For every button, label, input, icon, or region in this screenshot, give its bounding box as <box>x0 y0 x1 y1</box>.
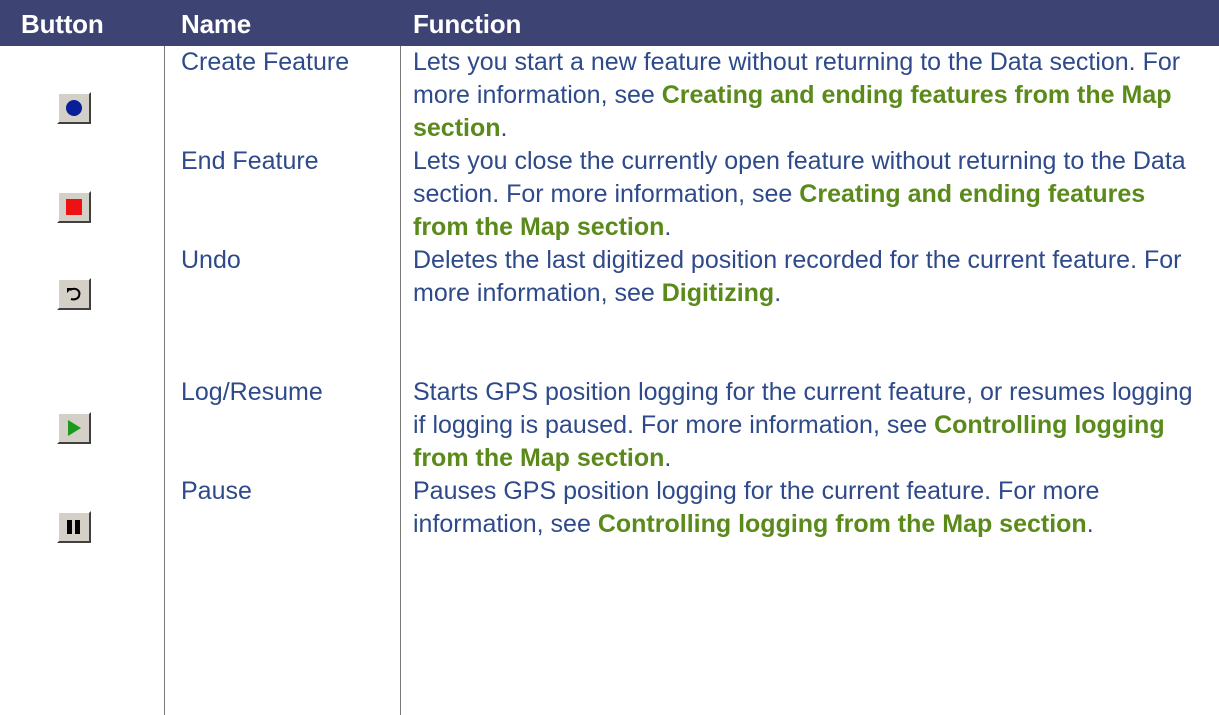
help-link[interactable]: Digitizing <box>662 279 774 307</box>
create-feature-button[interactable] <box>57 92 91 124</box>
row-function: Deletes the last digitized position reco… <box>413 246 1182 307</box>
row-name: Log/Resume <box>181 378 323 406</box>
row-function: Lets you start a new feature without ret… <box>413 48 1181 142</box>
pause-button[interactable] <box>57 511 91 543</box>
row-name: Create Feature <box>181 48 350 76</box>
undo-icon <box>67 287 81 301</box>
row-name: Undo <box>181 246 241 274</box>
undo-button[interactable] <box>57 278 91 310</box>
log-resume-icon <box>68 420 81 436</box>
header-name: Name <box>181 9 252 39</box>
pause-icon <box>67 520 80 534</box>
row-function: Starts GPS position logging for the curr… <box>413 378 1193 472</box>
row-name: Pause <box>181 477 252 505</box>
column-divider <box>164 46 165 715</box>
table-header: Button Name Function <box>0 0 1219 46</box>
end-feature-icon <box>66 199 82 215</box>
create-feature-icon <box>66 100 82 116</box>
row-function: Pauses GPS position logging for the curr… <box>413 477 1100 538</box>
end-feature-button[interactable] <box>57 191 91 223</box>
header-function: Function <box>413 9 522 39</box>
header-button: Button <box>21 9 104 39</box>
row-name: End Feature <box>181 147 319 175</box>
help-link[interactable]: Controlling logging from the Map section <box>598 510 1087 538</box>
log-resume-button[interactable] <box>57 412 91 444</box>
column-divider <box>400 46 401 715</box>
row-function: Lets you close the currently open featur… <box>413 147 1186 241</box>
